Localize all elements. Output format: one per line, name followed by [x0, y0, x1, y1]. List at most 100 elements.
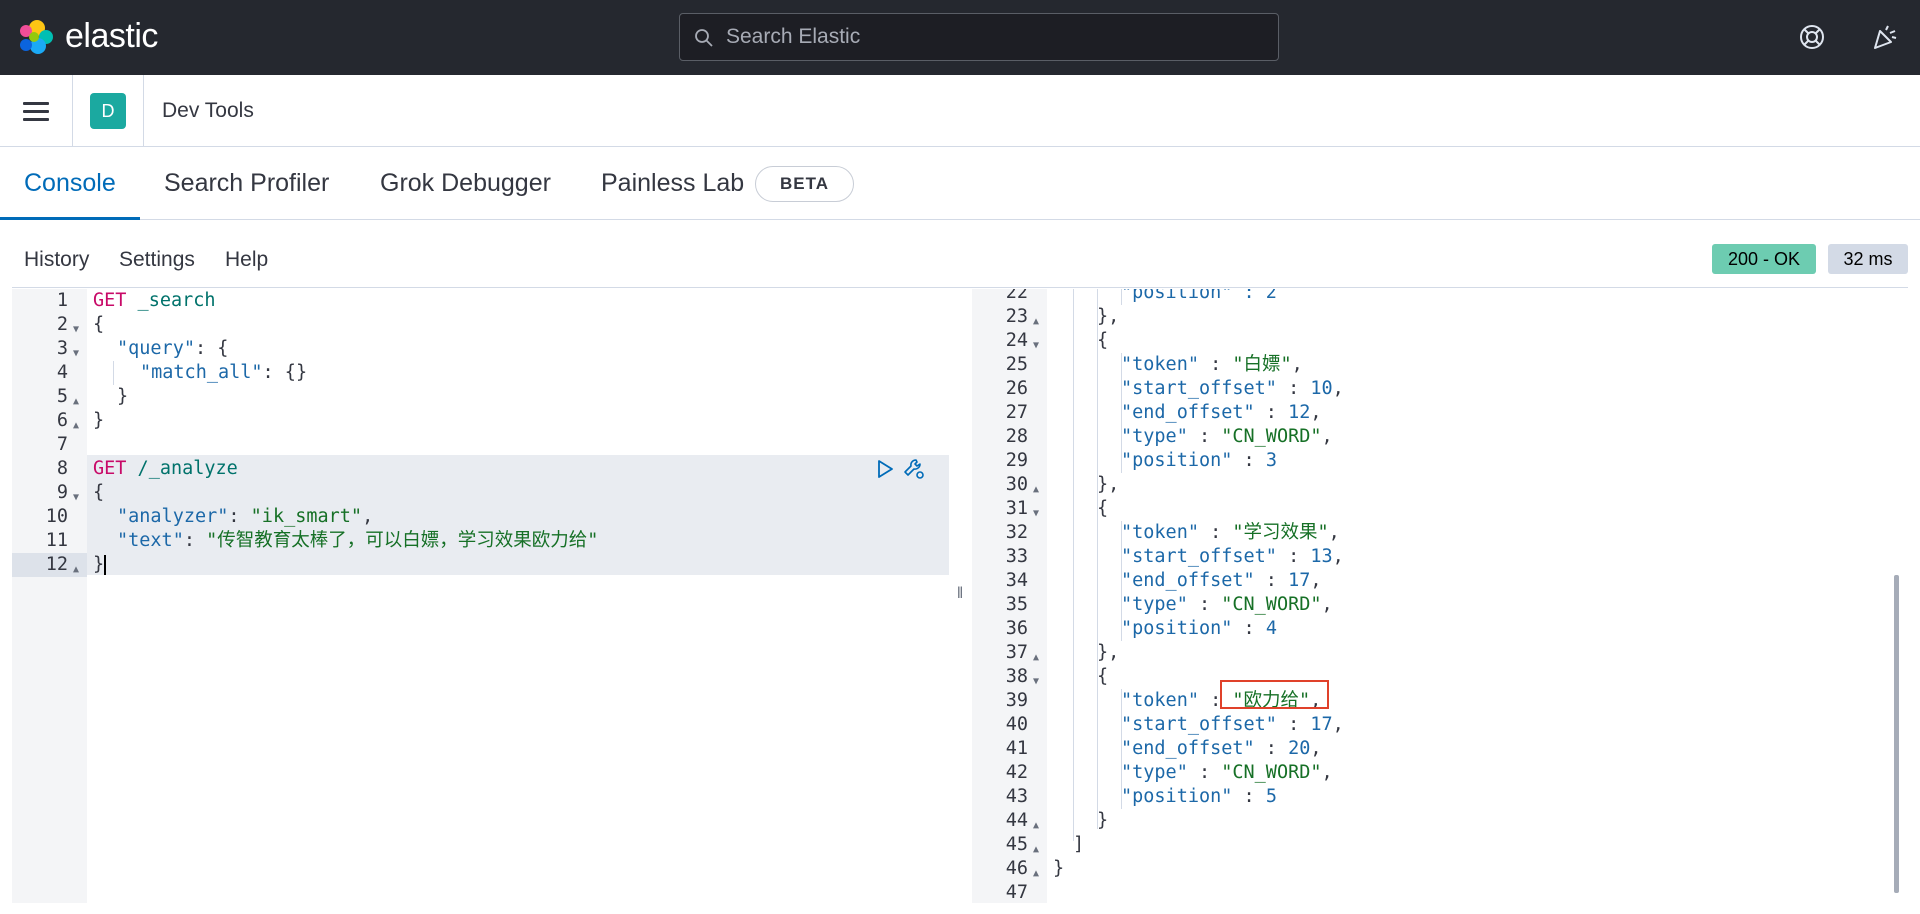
line-number: 39	[1005, 690, 1028, 711]
fold-close-icon[interactable]: ▲	[1033, 845, 1043, 855]
fold-open-icon[interactable]: ▼	[73, 325, 83, 335]
json-key: "token"	[1121, 354, 1199, 375]
code-line: {	[93, 314, 105, 335]
code-line: "end_offset" : 12,	[1121, 401, 1322, 425]
code-line: "end_offset" : 20,	[1121, 737, 1322, 761]
header-divider	[143, 75, 144, 147]
space-avatar[interactable]: D	[90, 93, 126, 129]
line-number: 35	[1005, 594, 1028, 615]
json-string: "CN_WORD"	[1221, 426, 1322, 447]
request-path: _search	[126, 290, 216, 311]
line-number: 43	[1005, 786, 1028, 807]
menu-divider	[12, 287, 1908, 288]
line-number: 41	[1005, 738, 1028, 759]
settings-link[interactable]: Settings	[119, 248, 195, 272]
fold-close-icon[interactable]: ▲	[1033, 653, 1043, 663]
breadcrumb-dev-tools: Dev Tools	[162, 99, 254, 122]
help-link[interactable]: Help	[225, 248, 268, 272]
fold-close-icon[interactable]: ▲	[1033, 869, 1043, 879]
history-link[interactable]: History	[24, 248, 89, 272]
response-scrollbar-thumb[interactable]	[1894, 575, 1899, 893]
fold-open-icon[interactable]: ▼	[1033, 341, 1043, 351]
code-line: "position" : 4	[1121, 617, 1277, 641]
code-line: "end_offset" : 17,	[1121, 569, 1322, 593]
line-number: 34	[1005, 570, 1028, 591]
fold-close-icon[interactable]: ▲	[1033, 317, 1043, 327]
tab-grok-debugger[interactable]: Grok Debugger	[380, 169, 551, 198]
line-number: 23	[1005, 306, 1028, 327]
code-line: "analyzer": "ik_smart",	[117, 505, 373, 529]
header-bar: D Dev Tools	[0, 75, 1920, 147]
fold-close-icon[interactable]: ▲	[1033, 485, 1043, 495]
help-icon[interactable]	[1797, 22, 1827, 52]
search-input[interactable]	[726, 14, 1266, 60]
code-line: {	[1097, 666, 1109, 687]
fold-open-icon[interactable]: ▼	[73, 349, 83, 359]
fold-open-icon[interactable]: ▼	[73, 493, 83, 503]
code-line: "start_offset" : 10,	[1121, 377, 1344, 401]
tab-painless-lab[interactable]: Painless Lab	[601, 169, 744, 198]
json-punct: :	[1276, 546, 1311, 567]
json-number: 12	[1288, 402, 1311, 423]
newsfeed-icon[interactable]	[1869, 22, 1899, 52]
json-number: 13	[1310, 546, 1333, 567]
fold-open-icon[interactable]: ▼	[1033, 509, 1043, 519]
json-punct: ,	[1310, 402, 1322, 423]
line-number: 36	[1005, 618, 1028, 639]
json-punct: ,	[1332, 546, 1344, 567]
line-number: 30	[1005, 474, 1028, 495]
elastic-logo-icon[interactable]	[17, 18, 55, 56]
line-number: 7	[56, 434, 68, 455]
line-number: 22	[1005, 289, 1028, 303]
line-number: 10	[45, 506, 68, 527]
fold-close-icon[interactable]: ▲	[73, 397, 83, 407]
active-tab-indicator	[0, 217, 140, 220]
code-line: {	[1097, 498, 1109, 519]
json-punct: :	[1187, 594, 1222, 615]
fold-close-icon[interactable]: ▲	[73, 565, 83, 575]
code-line: {	[1097, 330, 1109, 351]
fold-close-icon[interactable]: ▲	[73, 421, 83, 431]
json-punct: : {}	[262, 362, 308, 383]
json-punct: ,	[362, 506, 374, 527]
json-key: "start_offset"	[1121, 714, 1277, 735]
play-icon[interactable]	[875, 459, 895, 479]
line-number: 26	[1005, 378, 1028, 399]
response-editor[interactable]: "position" : 2 }, { "token" : "白嫖", "sta…	[1047, 289, 1887, 903]
dev-tools-tabs: Console Search Profiler Grok Debugger Pa…	[0, 147, 1920, 220]
line-number: 42	[1005, 762, 1028, 783]
json-key: "start_offset"	[1121, 378, 1277, 399]
tab-console[interactable]: Console	[24, 169, 116, 198]
fold-close-icon[interactable]: ▲	[1033, 821, 1043, 831]
wrench-icon[interactable]	[902, 457, 926, 481]
json-key: "position"	[1121, 618, 1233, 639]
request-gutter: 1 2 3 4 5 6 7 8 9 10 11 12 ▼ ▼ ▲ ▲ ▼ ▲	[12, 289, 87, 903]
json-punct: :	[1198, 522, 1233, 543]
json-key: "match_all"	[140, 362, 263, 383]
json-key: "query"	[117, 338, 195, 359]
json-punct: ,	[1321, 594, 1333, 615]
code-line: "type" : "CN_WORD",	[1121, 761, 1333, 785]
global-search[interactable]	[679, 13, 1279, 61]
code-line: "query": {	[117, 337, 228, 361]
json-number: 20	[1288, 738, 1311, 759]
tab-search-profiler[interactable]: Search Profiler	[164, 169, 329, 198]
menu-icon[interactable]	[23, 102, 49, 122]
json-punct: :	[1232, 786, 1266, 807]
line-number: 25	[1005, 354, 1028, 375]
line-number: 5	[56, 386, 68, 407]
code-line: "type" : "CN_WORD",	[1121, 593, 1333, 617]
line-number: 9	[56, 482, 68, 503]
fold-open-icon[interactable]: ▼	[1033, 677, 1043, 687]
json-key: "text"	[117, 530, 184, 551]
line-number: 37	[1005, 642, 1028, 663]
http-method: GET	[93, 458, 127, 479]
json-key: "position"	[1121, 450, 1233, 471]
elastic-logo-text[interactable]: elastic	[65, 17, 158, 56]
request-editor[interactable]: GET _search { "query": { "match_all": {}…	[87, 289, 949, 903]
resize-splitter[interactable]: ‖	[954, 585, 966, 607]
json-punct: :	[1276, 378, 1311, 399]
indent-guide	[1073, 289, 1074, 841]
line-number: 4	[56, 362, 68, 383]
json-number: 4	[1265, 618, 1277, 639]
